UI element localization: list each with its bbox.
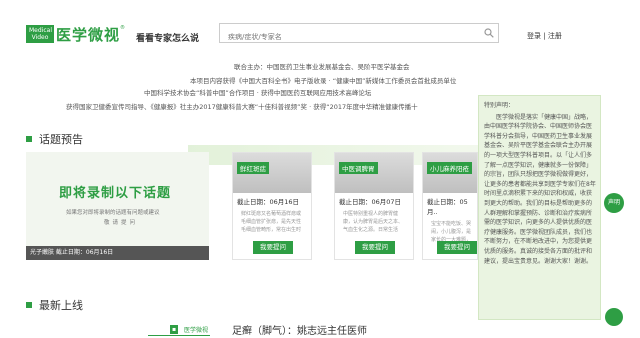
latest-thumbnail-underline	[148, 335, 210, 336]
auth-separator: |	[543, 32, 546, 40]
topic-card[interactable]: 中医调脾胃 截止日期：06月07日 中医特别重视人的脾胃健康，认为脾胃是后天之本…	[334, 152, 414, 260]
card-tag: 鲜红斑痣	[237, 162, 269, 174]
banner-line: 获得国家卫健委宣传司指导、《健康报》社主办2017健康科普大赛“十佳科普视频”奖…	[66, 103, 418, 111]
statement-toggle-button[interactable]: 声明	[604, 193, 624, 213]
feature-caption: 光子嫩肤 截止日期：06月16日	[26, 246, 209, 260]
search-input[interactable]	[220, 29, 428, 45]
chat-float-button[interactable]	[605, 308, 623, 326]
logo-badge: Medical Video	[26, 25, 54, 43]
preview-title-text: 话题预告	[39, 133, 83, 146]
section-marker	[26, 136, 32, 142]
site-logo[interactable]: Medical Video 医学微视 ®	[26, 24, 125, 44]
site-slogan: 看看专家怎么说	[136, 34, 200, 44]
latest-logo-text: 医学微视	[184, 327, 209, 334]
notice-heading: 特别声明：	[484, 102, 515, 109]
latest-section-title: 最新上线	[26, 297, 83, 313]
card-description: 鲜红斑痣又名葡萄酒样痣或毛细血管扩张痣，是先天性毛细血管畸形，常在出生时或生后不…	[241, 211, 302, 233]
card-date: 截止日期：06月07日	[339, 198, 402, 206]
topic-card[interactable]: 鲜红斑痣 截止日期：06月16日 鲜红斑痣又名葡萄酒样痣或毛细血管扩张痣，是先天…	[232, 152, 312, 260]
banner-line: 中国科学技术协会“科普中国”合作项目 · 获得中国医药互联网应用技术高峰论坛	[144, 89, 372, 97]
logo-registered-mark: ®	[120, 25, 126, 31]
latest-title-text: 最新上线	[39, 299, 83, 312]
auth-links: 登录 | 注册	[527, 31, 562, 41]
card-description: 宝宝不能吃饭、哭闹，小儿腹泻，是家长的一大难题，本期我们邀请了专家	[431, 221, 472, 243]
card-thumbnail: 小儿麻养阳疮	[423, 153, 477, 193]
banner-line: 联合主办：中国医药卫生事业发展基金会、吴阶平医学基金会	[234, 63, 410, 71]
register-link[interactable]: 注册	[548, 32, 562, 40]
card-description: 中医特别重视人的脾胃健康，认为脾胃是后天之本、气血生化之源。日常生活中，很多人都…	[343, 211, 404, 233]
search-box	[219, 23, 499, 45]
card-date: 截止日期：05月..	[427, 198, 468, 216]
preview-section-title: 话题预告	[26, 131, 83, 147]
card-date: 截止日期：06月16日	[237, 198, 300, 206]
ask-question-button[interactable]: 我要提问	[355, 241, 395, 254]
ask-question-button[interactable]: 我要提问	[253, 241, 293, 254]
feature-topic-panel[interactable]: 即将录制以下话题 如果您对即将录制的话题有问题或建议 敬请提问 光子嫩肤 截止日…	[26, 152, 209, 260]
feature-headline: 即将录制以下话题	[59, 186, 172, 201]
card-thumbnail: 中医调脾胃	[335, 153, 413, 193]
latest-logo-icon: ▪	[170, 325, 179, 334]
site-header: Medical Video 医学微视 ® 看看专家怎么说 登录 | 注册	[0, 0, 640, 59]
section-marker	[26, 302, 32, 308]
logo-text: 医学微视	[56, 25, 121, 44]
latest-article-title[interactable]: 足癣（脚气）：姚志远主任医师	[232, 322, 367, 337]
feature-subtext: 如果您对即将录制的话题有问题或建议	[66, 210, 160, 216]
notice-body: 医学微视是落实「健康中国」战略，由中国医学科学院协会、中国医师协会医学科普分会指…	[484, 113, 596, 265]
login-link[interactable]: 登录	[527, 32, 541, 40]
special-notice-panel: 特别声明： 医学微视是落实「健康中国」战略，由中国医学科学院协会、中国医师协会医…	[478, 95, 601, 320]
card-tag: 小儿麻养阳疮	[427, 162, 472, 174]
feature-subtext: 敬请提问	[104, 220, 139, 226]
card-tag: 中医调脾胃	[339, 162, 378, 174]
banner-line: 本项目内容获得《中国大百科全书》电子版收录 · “健康中国”新媒体工作委员会首批…	[190, 77, 457, 85]
search-icon[interactable]	[484, 28, 494, 38]
topic-card[interactable]: 小儿麻养阳疮 截止日期：05月.. 宝宝不能吃饭、哭闹，小儿腹泻，是家长的一大难…	[422, 152, 478, 260]
card-thumbnail: 鲜红斑痣	[233, 153, 311, 193]
ask-question-button[interactable]: 我要提问	[437, 241, 477, 254]
